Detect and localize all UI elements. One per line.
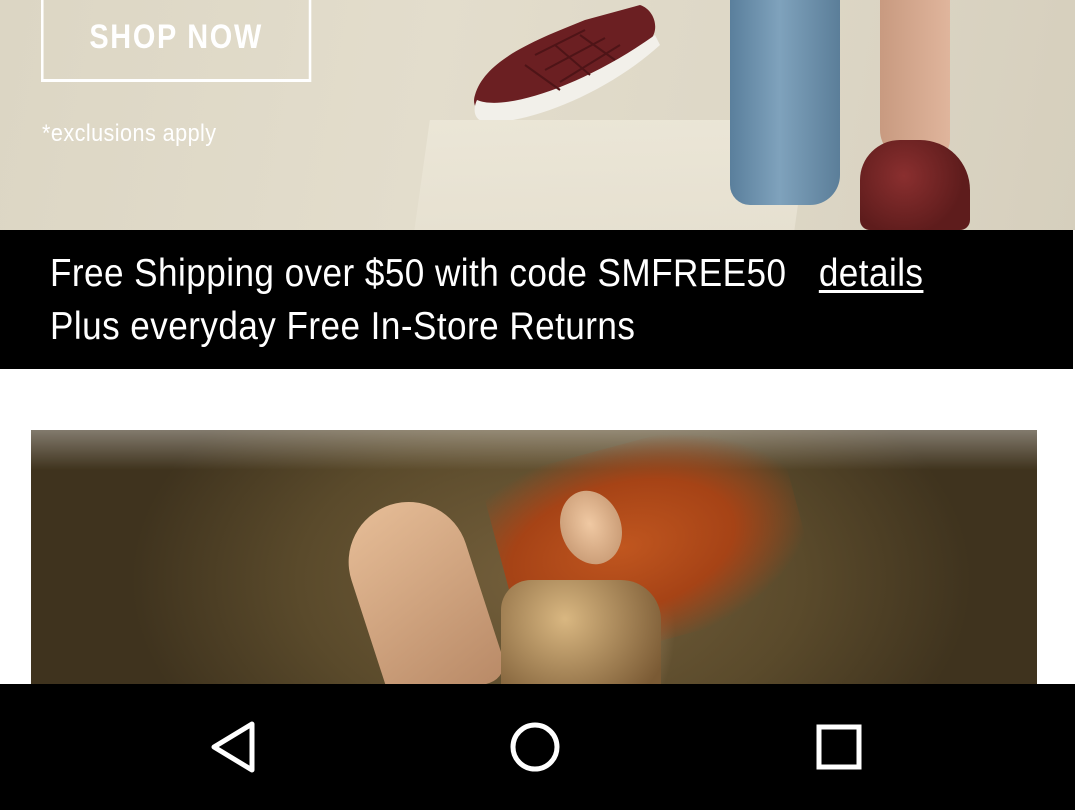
nav-home-button[interactable]: [500, 712, 570, 782]
hero-shoe-right-image: [860, 140, 970, 230]
recents-icon: [816, 724, 862, 770]
promo-line-shipping: Free Shipping over $50 with code SMFREE5…: [50, 252, 923, 296]
banner-glow-decor: [31, 430, 1037, 470]
hero-model-leg: [880, 0, 950, 160]
shop-now-label: SHOP NOW: [89, 18, 263, 56]
details-link[interactable]: details: [819, 252, 924, 295]
back-icon: [211, 721, 255, 773]
promo-bar: Free Shipping over $50 with code SMFREE5…: [0, 230, 1073, 369]
editorial-banner-image[interactable]: [31, 430, 1037, 684]
hero-shoe-image: [474, 5, 660, 120]
system-navigation-bar: [0, 684, 1075, 810]
exclusions-note: *exclusions apply: [42, 120, 217, 147]
nav-back-button[interactable]: [198, 712, 268, 782]
shipping-offer-text: Free Shipping over $50 with code SMFREE5…: [50, 252, 787, 295]
banner-model-arms: [333, 486, 509, 684]
shop-now-button[interactable]: SHOP NOW: [41, 0, 312, 82]
returns-offer-text: Plus everyday Free In-Store Returns: [50, 305, 636, 348]
banner-model-top: [501, 580, 661, 684]
hero-model-jeans: [730, 0, 840, 205]
home-icon: [510, 722, 560, 772]
nav-recents-button[interactable]: [804, 712, 874, 782]
hero-banner[interactable]: SHOP NOW *exclusions apply: [0, 0, 1075, 230]
